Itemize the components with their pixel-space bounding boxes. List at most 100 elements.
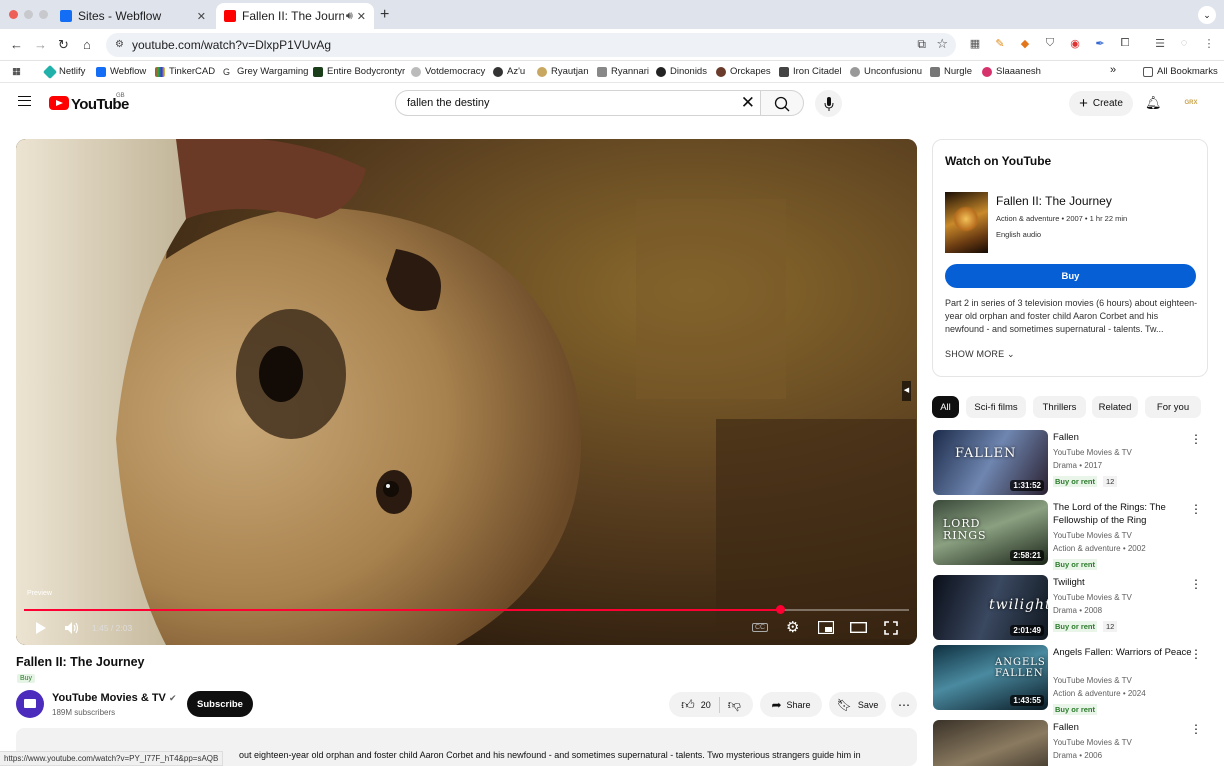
theater-mode-icon[interactable] (850, 622, 867, 633)
more-bookmarks-icon[interactable]: » (1110, 64, 1116, 76)
channel-avatar[interactable] (16, 690, 44, 718)
bookmark-votdemocracy[interactable]: Votdemocracy (411, 66, 485, 77)
tab-webflow[interactable]: Sites - Webflow ✕ (52, 3, 214, 29)
voice-search-button[interactable] (815, 90, 842, 117)
video-thumbnail[interactable] (933, 720, 1048, 766)
all-bookmarks[interactable]: All Bookmarks (1143, 66, 1218, 77)
video-thumbnail[interactable]: FALLEN 1:31:52 (933, 430, 1048, 495)
more-options-icon[interactable]: ⋮ (1190, 647, 1202, 661)
video-player[interactable]: Preview ◀ 1:45 / 2:03 CC ⚙ (16, 139, 917, 645)
apps-icon[interactable]: ▦ (12, 66, 21, 77)
more-actions-button[interactable]: ⋯ (891, 692, 917, 717)
subscribe-button[interactable]: Subscribe (187, 691, 253, 717)
movie-title[interactable]: Fallen II: The Journey (996, 194, 1112, 208)
extension-icon[interactable]: ◉ (1068, 37, 1082, 51)
menu-icon[interactable] (18, 96, 31, 106)
more-options-icon[interactable]: ⋮ (1190, 722, 1202, 736)
install-app-icon[interactable]: ⧉ (917, 37, 926, 52)
bookmark-ryautjan[interactable]: Ryautjan (537, 66, 589, 77)
home-icon[interactable]: ⌂ (83, 37, 91, 52)
collapse-arrow-icon[interactable]: ◀ (902, 381, 911, 401)
show-more-button[interactable]: SHOW MORE ⌄ (945, 349, 1015, 360)
share-button[interactable]: ➦ Share (760, 692, 822, 717)
chip-thrillers[interactable]: Thrillers (1033, 396, 1086, 418)
channel-name[interactable]: YouTube Movies & TV (1053, 593, 1132, 602)
youtube-logo-icon[interactable] (49, 96, 69, 110)
volume-icon[interactable] (64, 621, 80, 635)
chip-sci-fi-films[interactable]: Sci-fi films (966, 396, 1026, 418)
chip-for-you[interactable]: For you (1145, 396, 1201, 418)
channel-name[interactable]: YouTube Movies & TV (1053, 738, 1132, 747)
forward-icon[interactable]: → (34, 37, 47, 52)
video-title[interactable]: Fallen (1053, 431, 1193, 444)
channel-name[interactable]: YouTube Movies & TV (1053, 531, 1132, 540)
bookmark-orckapes[interactable]: Orckapes (716, 66, 771, 77)
extension-icon[interactable]: ▦ (968, 37, 982, 51)
notifications-bell-icon[interactable]: 🔔︎ (1145, 95, 1162, 111)
save-button[interactable]: 🔖︎ Save (829, 692, 886, 717)
video-title[interactable]: Twilight (1053, 576, 1193, 589)
search-button[interactable] (761, 90, 804, 116)
miniplayer-icon[interactable] (818, 621, 834, 634)
bookmark-azu[interactable]: Az'u (493, 66, 525, 77)
fullscreen-icon[interactable] (884, 621, 898, 635)
avatar[interactable]: GRX (1180, 94, 1202, 112)
close-window-button[interactable] (9, 10, 18, 19)
extension-icon[interactable]: ✎ (993, 37, 1007, 51)
audio-playing-icon[interactable]: 🔊︎ (346, 10, 353, 23)
captions-button[interactable]: CC (752, 623, 769, 632)
back-icon[interactable]: ← (10, 37, 23, 52)
movie-poster[interactable] (945, 192, 988, 253)
bookmark-slaaanesh[interactable]: Slaaanesh (982, 66, 1041, 77)
puzzle-icon[interactable]: ⧠ (1118, 37, 1132, 51)
bookmark-tinkercad[interactable]: TinkerCAD (155, 66, 215, 77)
browser-menu-icon[interactable]: ⋮ (1202, 37, 1216, 51)
bookmark-netlify[interactable]: Netlify (42, 64, 85, 79)
more-options-icon[interactable]: ⋮ (1190, 502, 1202, 516)
chip-all[interactable]: All (932, 396, 959, 418)
like-button[interactable]: 👍︎ 20 (681, 696, 720, 713)
list-item[interactable]: ANGELS FALLEN 1:43:55 Angels Fallen: War… (933, 645, 1208, 715)
channel-name[interactable]: YouTube Movies & TV (1053, 448, 1132, 457)
reading-list-icon[interactable]: ☰ (1153, 37, 1167, 51)
bookmark-iron-citadel[interactable]: Iron Citadel (779, 66, 842, 77)
progress-bar[interactable] (24, 605, 909, 614)
profile-icon[interactable]: ◌ (1177, 37, 1191, 51)
more-options-icon[interactable]: ⋮ (1190, 577, 1202, 591)
bookmark-star-icon[interactable]: ☆ (936, 36, 948, 52)
pen-icon[interactable]: ✒ (1093, 37, 1107, 51)
video-thumbnail[interactable]: twilight 2:01:49 (933, 575, 1048, 640)
tab-youtube[interactable]: Fallen II: The Journey - Yo 🔊︎ ✕ (216, 3, 374, 29)
bookmark-ryannari[interactable]: Ryannari (597, 66, 649, 77)
channel-name[interactable]: YouTube Movies & TV (1053, 676, 1132, 685)
create-button[interactable]: + Create (1069, 91, 1133, 116)
bookmark-dinonids[interactable]: Dinonids (656, 66, 707, 77)
bookmark-grey-wargaming[interactable]: G Grey Wargaming (223, 66, 308, 77)
close-tab-icon[interactable]: ✕ (357, 10, 366, 23)
close-tab-icon[interactable]: ✕ (197, 10, 206, 23)
metamask-icon[interactable]: ◆ (1018, 37, 1032, 51)
address-bar[interactable]: ⚙ youtube.com/watch?v=DlxpP1VUvAg ⧉ ☆ (106, 33, 956, 57)
shield-icon[interactable]: ⛉ (1043, 37, 1057, 51)
channel-name[interactable]: YouTube Movies & TV ✔ (52, 692, 177, 704)
bookmark-webflow[interactable]: Webflow (96, 66, 146, 77)
minimize-window-button[interactable] (24, 10, 33, 19)
chip-related[interactable]: Related (1092, 396, 1138, 418)
tab-search-button[interactable]: ⌄ (1198, 6, 1216, 24)
bookmark-nurgle[interactable]: Nurgle (930, 66, 972, 77)
search-input[interactable]: fallen the destiny ✕ (395, 90, 761, 116)
clear-search-icon[interactable]: ✕ (741, 93, 755, 113)
maximize-window-button[interactable] (39, 10, 48, 19)
new-tab-button[interactable]: + (380, 6, 389, 24)
settings-gear-icon[interactable]: ⚙ (786, 618, 799, 636)
list-item[interactable]: FALLEN 1:31:52 Fallen YouTube Movies & T… (933, 430, 1208, 496)
buy-button[interactable]: Buy (945, 264, 1196, 288)
video-title[interactable]: Angels Fallen: Warriors of Peace (1053, 646, 1193, 659)
play-icon[interactable] (34, 621, 48, 635)
list-item[interactable]: Fallen YouTube Movies & TV Drama • 2006 … (933, 720, 1208, 766)
list-item[interactable]: LORD RINGS 2:58:21 The Lord of the Rings… (933, 500, 1208, 570)
list-item[interactable]: twilight 2:01:49 Twilight YouTube Movies… (933, 575, 1208, 641)
site-info-icon[interactable]: ⚙ (115, 39, 124, 50)
video-thumbnail[interactable]: ANGELS FALLEN 1:43:55 (933, 645, 1048, 710)
video-title[interactable]: The Lord of the Rings: The Fellowship of… (1053, 501, 1193, 527)
